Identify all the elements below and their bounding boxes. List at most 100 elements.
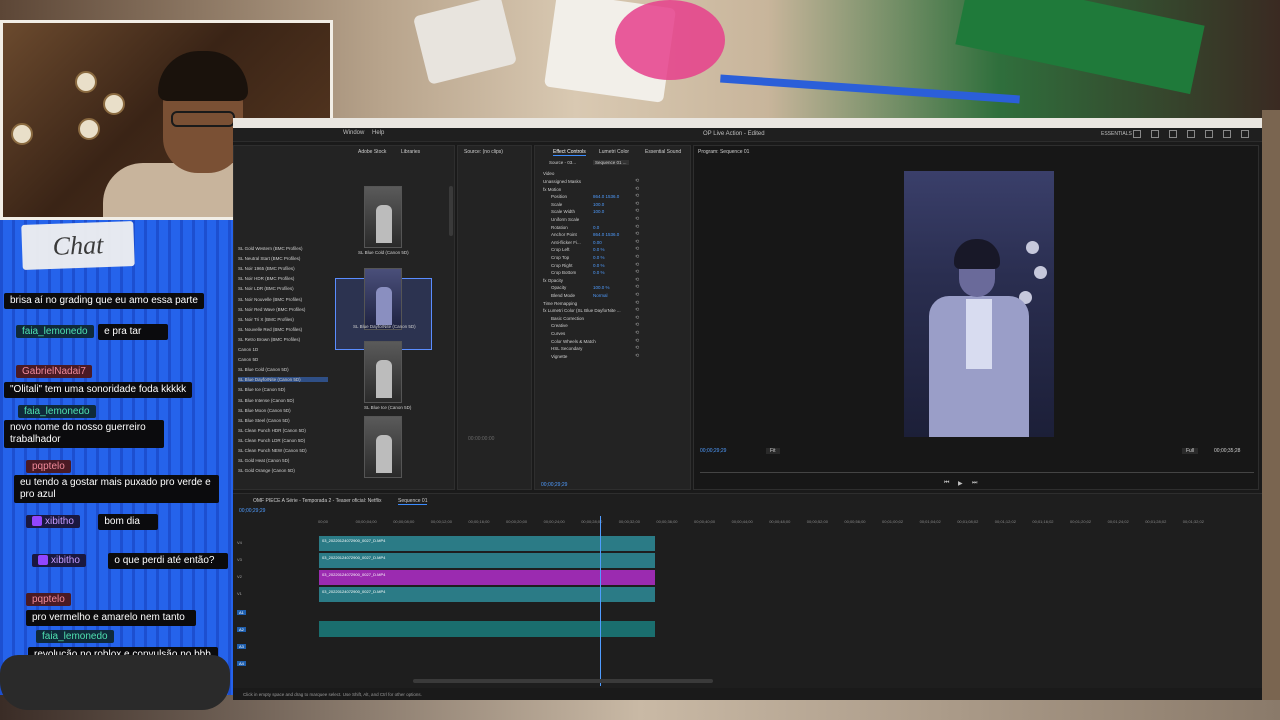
lut-list-item[interactable]: SL Blue Moon (Canon 5D) xyxy=(238,408,291,413)
lut-list-item[interactable]: SL Clean Punch HDR (Canon 5D) xyxy=(238,428,306,433)
reset-icon[interactable]: ⟲ xyxy=(635,239,639,245)
chat-icon[interactable] xyxy=(1205,130,1213,138)
grid-icon[interactable] xyxy=(1223,130,1231,138)
effect-property-value[interactable]: 0.0 % xyxy=(593,263,605,268)
tab-effect-controls[interactable]: Effect Controls xyxy=(553,149,586,156)
tab-sequence-01[interactable]: Sequence 01 xyxy=(398,498,428,505)
reset-icon[interactable]: ⟲ xyxy=(635,201,639,207)
reset-icon[interactable]: ⟲ xyxy=(635,216,639,222)
lut-list-item[interactable]: SL Noir Tri X (BMC Profiles) xyxy=(238,317,294,322)
panel-icon[interactable] xyxy=(1133,130,1141,138)
reset-icon[interactable]: ⟲ xyxy=(635,307,639,313)
audio-clip[interactable] xyxy=(319,621,655,637)
effect-property-value[interactable]: 864.0 1536.0 xyxy=(593,194,619,199)
step-back-icon[interactable]: ⏮ xyxy=(944,480,949,487)
reset-icon[interactable]: ⟲ xyxy=(635,231,639,237)
effect-property-value[interactable]: 100.0 % xyxy=(593,285,610,290)
lut-list-item[interactable]: SL Noir Nouvelle (BMC Profiles) xyxy=(238,297,302,302)
reset-icon[interactable]: ⟲ xyxy=(635,292,639,298)
reset-icon[interactable]: ⟲ xyxy=(635,208,639,214)
effect-property-value[interactable]: 0.00 xyxy=(593,240,602,245)
menu-help[interactable]: Help xyxy=(372,130,384,136)
lut-thumbnail[interactable] xyxy=(364,416,402,478)
lut-list-item[interactable]: SL Blue Cold (Canon 5D) xyxy=(238,367,289,372)
close-icon[interactable] xyxy=(1241,130,1249,138)
video-clip[interactable]: 03_20220124072900_0027_D.MP4 xyxy=(319,553,655,568)
reset-icon[interactable]: ⟲ xyxy=(635,178,639,184)
chat-username[interactable]: pqptelo xyxy=(26,593,71,606)
tab-lumetri-color[interactable]: Lumetri Color xyxy=(599,149,629,155)
reset-icon[interactable]: ⟲ xyxy=(635,300,639,306)
chat-username[interactable]: faia_lemonedo xyxy=(36,630,114,643)
lut-list-item[interactable]: SL Noir HDR (BMC Profiles) xyxy=(238,276,294,281)
effect-property-value[interactable]: 0.0 % xyxy=(593,255,605,260)
reset-icon[interactable]: ⟲ xyxy=(635,338,639,344)
tab-essential-sound[interactable]: Essential Sound xyxy=(645,149,681,155)
lut-list-item[interactable]: SL Nouvelle Red (BMC Profiles) xyxy=(238,327,302,332)
chat-username[interactable]: xibitho xyxy=(26,515,80,528)
lut-list-item[interactable]: Canon 5D xyxy=(238,357,258,362)
lut-list-item[interactable]: SL Gold Orange (Canon 5D) xyxy=(238,468,295,473)
zoom-fit-dropdown[interactable]: Fit xyxy=(766,448,780,454)
reset-icon[interactable]: ⟲ xyxy=(635,277,639,283)
effect-property-value[interactable]: 0.0 % xyxy=(593,247,605,252)
lut-list-item[interactable]: SL Noir Red Wave (BMC Profiles) xyxy=(238,307,305,312)
timeline-scrollbar[interactable] xyxy=(413,679,713,683)
list-icon[interactable] xyxy=(1169,130,1177,138)
share-icon[interactable] xyxy=(1187,130,1195,138)
lut-list-item[interactable]: SL Blue Steel (Canon 5D) xyxy=(238,418,290,423)
effect-property-value[interactable]: Normal xyxy=(593,293,608,298)
lut-list-item[interactable]: SL Blue Ice (Canon 5D) xyxy=(238,387,285,392)
workspace-label[interactable]: ESSENTIALS xyxy=(1101,131,1132,137)
video-clip[interactable]: 03_20220124072900_0027_D.MP4 xyxy=(319,536,655,551)
effect-property-value[interactable]: 100.0 xyxy=(593,209,604,214)
tab-libraries[interactable]: Libraries xyxy=(401,149,420,155)
tab-source[interactable]: Source: (no clips) xyxy=(464,149,503,155)
chat-username[interactable]: pqptelo xyxy=(26,460,71,473)
reset-icon[interactable]: ⟲ xyxy=(635,193,639,199)
source-dropdown[interactable]: Source - 03... xyxy=(549,160,576,165)
sequence-dropdown[interactable]: Sequence 01 ... xyxy=(593,160,629,165)
reset-icon[interactable]: ⟲ xyxy=(635,330,639,336)
tab-adobe-stock[interactable]: Adobe Stock xyxy=(358,149,386,155)
lut-thumbnail[interactable] xyxy=(364,186,402,248)
reset-icon[interactable]: ⟲ xyxy=(635,186,639,192)
lut-list-item[interactable]: SL Noir 1965 (BMC Profiles) xyxy=(238,266,295,271)
step-forward-icon[interactable]: ⏭ xyxy=(972,480,977,487)
layout-icon[interactable] xyxy=(1151,130,1159,138)
reset-icon[interactable]: ⟲ xyxy=(635,224,639,230)
effect-property-value[interactable]: 864.0 1536.0 xyxy=(593,232,619,237)
reset-icon[interactable]: ⟲ xyxy=(635,284,639,290)
effect-property-value[interactable]: 0.0 % xyxy=(593,270,605,275)
lut-list-item[interactable]: Canon 1D xyxy=(238,347,258,352)
reset-icon[interactable]: ⟲ xyxy=(635,322,639,328)
lut-list-item[interactable]: SL Noir LDR (BMC Profiles) xyxy=(238,286,294,291)
chat-username[interactable]: xibitho xyxy=(32,554,86,567)
playhead[interactable] xyxy=(600,516,601,686)
lut-list-item[interactable]: SL Gold Western (BMC Profiles) xyxy=(238,246,303,251)
video-clip[interactable]: 03_20220124072900_0027_D.MP4 xyxy=(319,570,655,585)
effect-property-value[interactable]: 100.0 xyxy=(593,202,604,207)
lut-list-item[interactable]: SL Blue DayforNite (Canon 5D) xyxy=(238,377,328,383)
chat-username[interactable]: faia_lemonedo xyxy=(16,325,94,338)
lut-list-item[interactable]: SL Retro Brown (BMC Profiles) xyxy=(238,337,300,342)
reset-icon[interactable]: ⟲ xyxy=(635,353,639,359)
tab-program[interactable]: Program: Sequence 01 xyxy=(698,149,749,155)
lut-list-item[interactable]: SL Blue Intense (Canon 5D) xyxy=(238,398,294,403)
scrollbar[interactable] xyxy=(449,186,453,236)
quality-dropdown[interactable]: Full xyxy=(1182,448,1199,454)
reset-icon[interactable]: ⟲ xyxy=(635,246,639,252)
reset-icon[interactable]: ⟲ xyxy=(635,262,639,268)
video-clip[interactable]: 03_20220124072900_0027_D.MP4 xyxy=(319,587,655,602)
time-ruler[interactable]: 00;00 00;00;04;00 00;00;08;00 00;00;12;00 00… xyxy=(318,519,1213,527)
reset-icon[interactable]: ⟲ xyxy=(635,254,639,260)
lut-thumbnail[interactable] xyxy=(364,341,402,403)
menu-window[interactable]: Window xyxy=(343,130,364,136)
effect-property-value[interactable]: 0.0 xyxy=(593,225,599,230)
reset-icon[interactable]: ⟲ xyxy=(635,315,639,321)
lut-list-item[interactable]: SL Clean Punch LDR (Canon 5D) xyxy=(238,438,305,443)
lut-list-item[interactable]: SL Gold Heat (Canon 5D) xyxy=(238,458,289,463)
reset-icon[interactable]: ⟲ xyxy=(635,269,639,275)
play-icon[interactable]: ▶ xyxy=(958,480,963,487)
lut-list-item[interactable]: SL Neutral Start (BMC Profiles) xyxy=(238,256,300,261)
